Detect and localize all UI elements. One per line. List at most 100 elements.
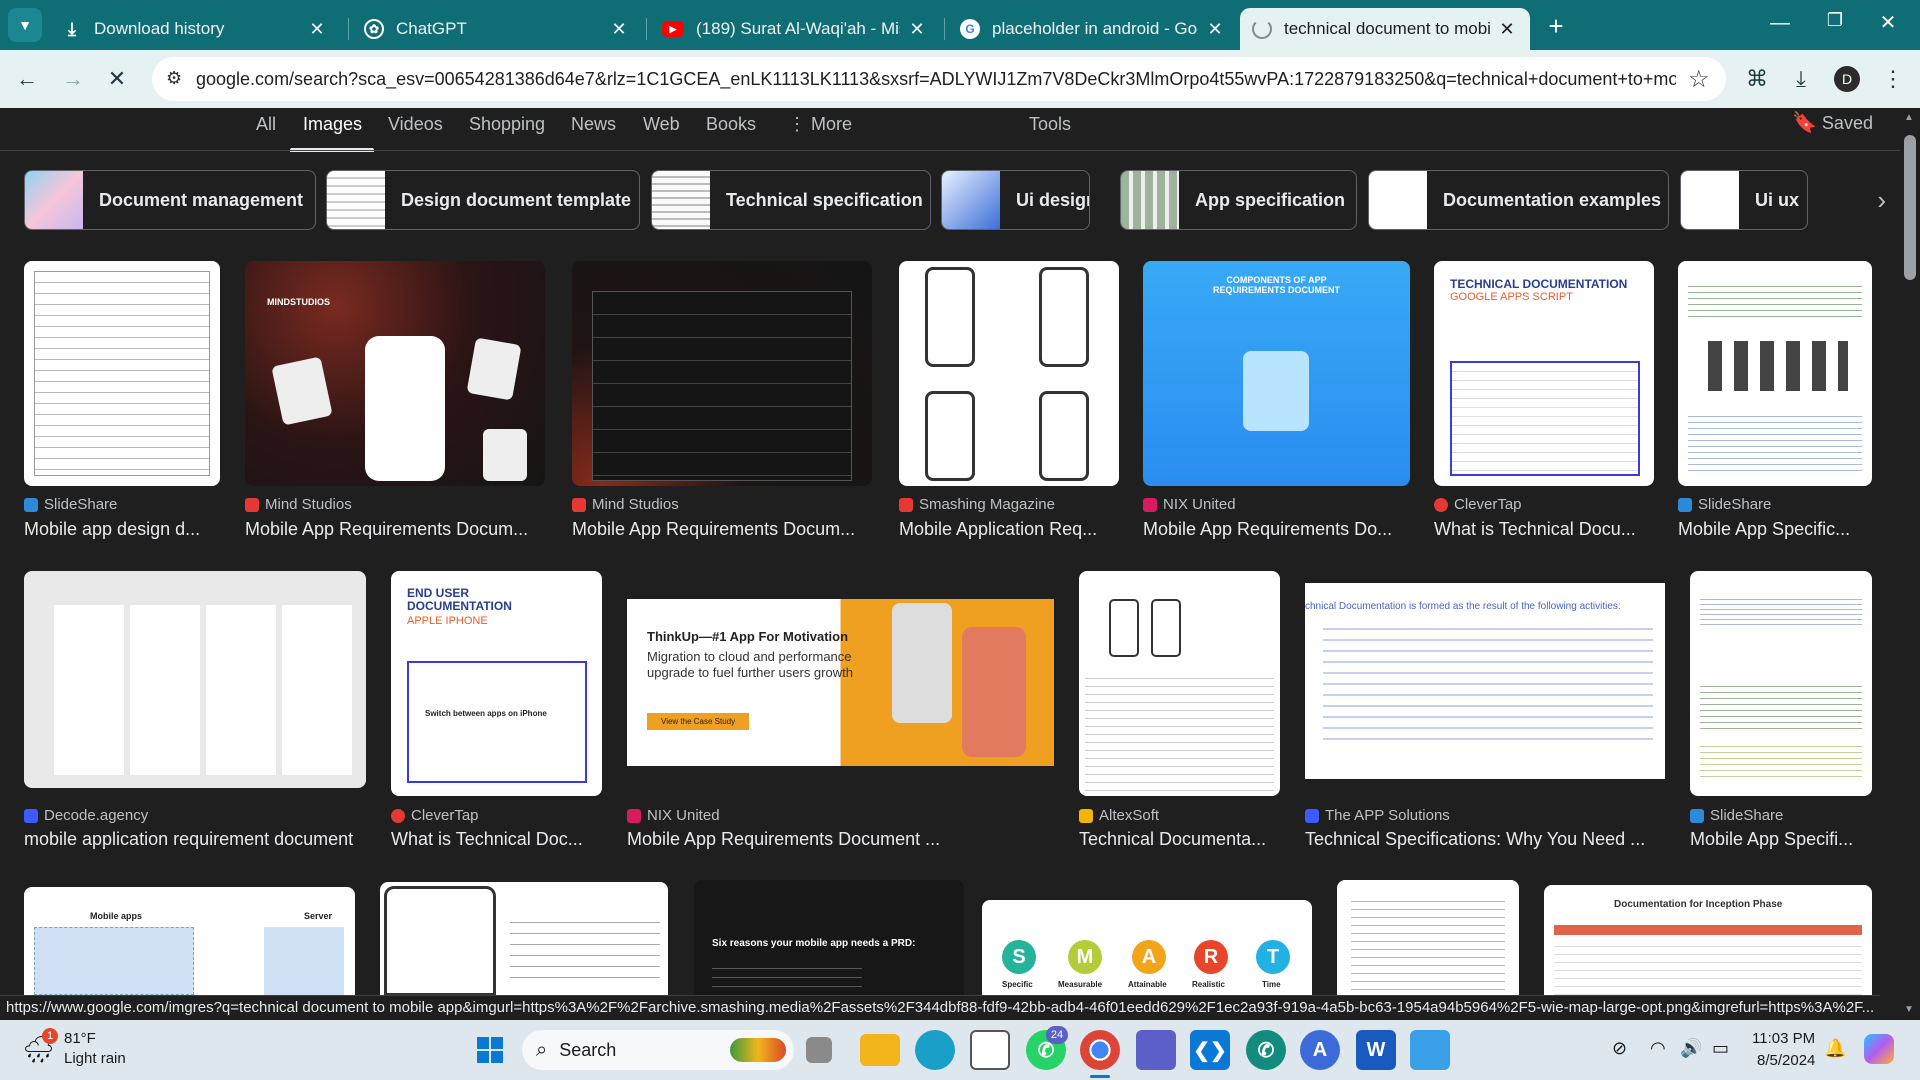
chip-ui-design[interactable]: Ui design [941, 170, 1090, 230]
scroll-down-icon[interactable]: ▼ [1904, 1004, 1914, 1015]
result-card[interactable]: ThinkUp—#1 App For Motivation Migration … [627, 571, 1054, 851]
result-card[interactable]: Six reasons your mobile app needs a PRD: [694, 880, 964, 995]
profile-avatar[interactable]: D [1830, 62, 1864, 96]
site-info-icon[interactable]: ⚙ [166, 68, 182, 89]
minimize-button[interactable]: — [1760, 12, 1800, 38]
chip-document-management[interactable]: Document management [24, 170, 316, 230]
chip-design-document-template[interactable]: Design document template [326, 170, 640, 230]
app-a-icon[interactable]: A [1300, 1030, 1340, 1070]
result-image [24, 261, 220, 486]
notification-badge: 1 [42, 1028, 58, 1044]
tab-technical-document[interactable]: technical document to mobile a ✕ [1240, 8, 1530, 50]
scrollbar-thumb[interactable] [1904, 135, 1916, 280]
chip-technical-specification[interactable]: Technical specification [651, 170, 931, 230]
result-card[interactable]: SlideShare Mobile app design d... [24, 261, 220, 541]
chips-next-button[interactable]: › [1826, 170, 1886, 230]
restore-button[interactable]: ❐ [1815, 10, 1855, 40]
microsoft-store-icon[interactable] [970, 1030, 1010, 1070]
result-title: Mobile App Requirements Do... [1143, 519, 1393, 539]
nav-news[interactable]: News [571, 114, 616, 135]
chip-documentation-examples[interactable]: Documentation examples [1368, 170, 1669, 230]
tab-chatgpt[interactable]: ✿ ChatGPT ✕ [352, 8, 642, 50]
volume-icon[interactable]: 🔊 [1680, 1038, 1702, 1059]
result-source: SlideShare [1678, 496, 1771, 513]
result-card[interactable]: Mobile apps Server [24, 887, 355, 995]
weather-widget[interactable]: 🌧 1 81°F Light rain [20, 1028, 160, 1072]
result-source: AltexSoft [1079, 807, 1159, 824]
window-close-button[interactable]: ✕ [1868, 10, 1908, 40]
word-icon[interactable]: W [1356, 1030, 1396, 1070]
result-card[interactable]: Documentation for Inception Phase [1544, 885, 1872, 995]
copilot-icon[interactable] [1864, 1034, 1894, 1064]
back-button[interactable]: ← [10, 62, 44, 96]
tab-separator [944, 18, 945, 40]
result-card[interactable]: SlideShare Mobile App Specifi... [1690, 571, 1872, 851]
source-label: AltexSoft [1099, 807, 1160, 824]
battery-icon[interactable]: ▭ [1712, 1038, 1729, 1059]
close-icon[interactable]: ✕ [306, 19, 328, 40]
chrome-icon[interactable] [1080, 1030, 1120, 1070]
wifi-icon[interactable]: ◠ [1650, 1038, 1666, 1059]
new-tab-button[interactable]: + [1540, 10, 1572, 42]
file-explorer-icon[interactable] [860, 1034, 900, 1066]
forward-button[interactable]: → [56, 62, 90, 96]
nav-videos[interactable]: Videos [388, 114, 443, 135]
stop-button[interactable]: ✕ [100, 62, 134, 96]
whatsapp-desktop-icon[interactable]: ✆ [1246, 1030, 1286, 1070]
result-card[interactable]: COMPONENTS OF APP REQUIREMENTS DOCUMENT … [1143, 261, 1410, 541]
chip-ui-ux[interactable]: Ui ux [1680, 170, 1808, 230]
result-card[interactable] [380, 882, 668, 995]
chip-app-specification[interactable]: App specification [1120, 170, 1357, 230]
result-card[interactable]: SlideShare Mobile App Specific... [1678, 261, 1872, 541]
result-card[interactable]: chnical Documentation is formed as the r… [1305, 571, 1665, 851]
result-card[interactable]: END USER DOCUMENTATION APPLE IPHONE Swit… [391, 571, 602, 851]
windows-taskbar: 🌧 1 81°F Light rain ⌕ Search ✆ 24 ❮❯ ✆ A… [0, 1020, 1920, 1080]
vscode-icon[interactable]: ❮❯ [1190, 1030, 1230, 1070]
result-card[interactable]: TECHNICAL DOCUMENTATION GOOGLE APPS SCRI… [1434, 261, 1654, 541]
close-icon[interactable]: ✕ [608, 19, 630, 40]
close-icon[interactable]: ✕ [1204, 19, 1226, 40]
app-cube-icon[interactable] [1136, 1030, 1176, 1070]
edge-icon[interactable] [915, 1030, 955, 1070]
nav-books[interactable]: Books [706, 114, 756, 135]
nav-web[interactable]: Web [643, 114, 680, 135]
notepad-icon[interactable] [1410, 1030, 1450, 1070]
tab-youtube[interactable]: ▶ (189) Surat Al-Waqi'ah - Mishar ✕ [650, 8, 940, 50]
close-icon[interactable]: ✕ [1496, 19, 1518, 40]
tab-google-placeholder[interactable]: G placeholder in android - Google ✕ [948, 8, 1238, 50]
nav-all[interactable]: All [256, 114, 276, 135]
active-app-indicator [1090, 1075, 1110, 1078]
tools-button[interactable]: Tools [1029, 114, 1071, 135]
nav-images[interactable]: Images [303, 114, 362, 135]
start-button[interactable] [470, 1030, 510, 1070]
clock-date[interactable]: 8/5/2024 [1757, 1052, 1815, 1069]
result-card[interactable] [1337, 880, 1519, 995]
saved-button[interactable]: 🔖 Saved [1792, 110, 1873, 135]
nav-shopping[interactable]: Shopping [469, 114, 545, 135]
tab-search-button[interactable]: ▼ [8, 8, 42, 42]
result-card[interactable]: AltexSoft Technical Documenta... [1079, 571, 1280, 851]
result-title: Technical Specifications: Why You Need .… [1305, 829, 1646, 849]
nav-more[interactable]: ⋮ More [788, 114, 852, 135]
notification-bell-icon[interactable]: 🔔 [1824, 1038, 1846, 1059]
tab-download-history[interactable]: ⤓ Download history ✕ [50, 8, 340, 50]
clock-time[interactable]: 11:03 PM [1752, 1030, 1815, 1047]
more-options-icon[interactable]: ⋮ [1876, 62, 1910, 96]
bookmark-star-icon[interactable]: ☆ [1688, 65, 1710, 94]
result-card[interactable]: MINDSTUDIOS Mind Studios Mobile App Requ… [245, 261, 545, 541]
extensions-icon[interactable]: ⌘ [1740, 62, 1774, 96]
chip-thumbnail [1121, 171, 1179, 229]
close-icon[interactable]: ✕ [906, 19, 928, 40]
result-card[interactable]: S M A R T Specific Measurable Attainable… [982, 900, 1312, 995]
result-card[interactable]: Smashing Magazine Mobile Application Req… [899, 261, 1119, 541]
tab-separator [646, 18, 647, 40]
downloads-icon[interactable]: ⤓ [1784, 62, 1818, 96]
battery-saver-icon[interactable]: ⊘ [1612, 1038, 1627, 1059]
task-view-icon[interactable] [806, 1037, 832, 1063]
taskbar-search[interactable]: ⌕ Search [522, 1030, 794, 1070]
result-card[interactable]: Mind Studios Mobile App Requirements Doc… [572, 261, 872, 541]
scroll-up-icon[interactable]: ▲ [1904, 112, 1914, 123]
result-card[interactable]: Decode.agency mobile application require… [24, 571, 366, 851]
address-bar[interactable]: ⚙ google.com/search?sca_esv=00654281386d… [152, 57, 1726, 101]
result-image [24, 571, 366, 788]
